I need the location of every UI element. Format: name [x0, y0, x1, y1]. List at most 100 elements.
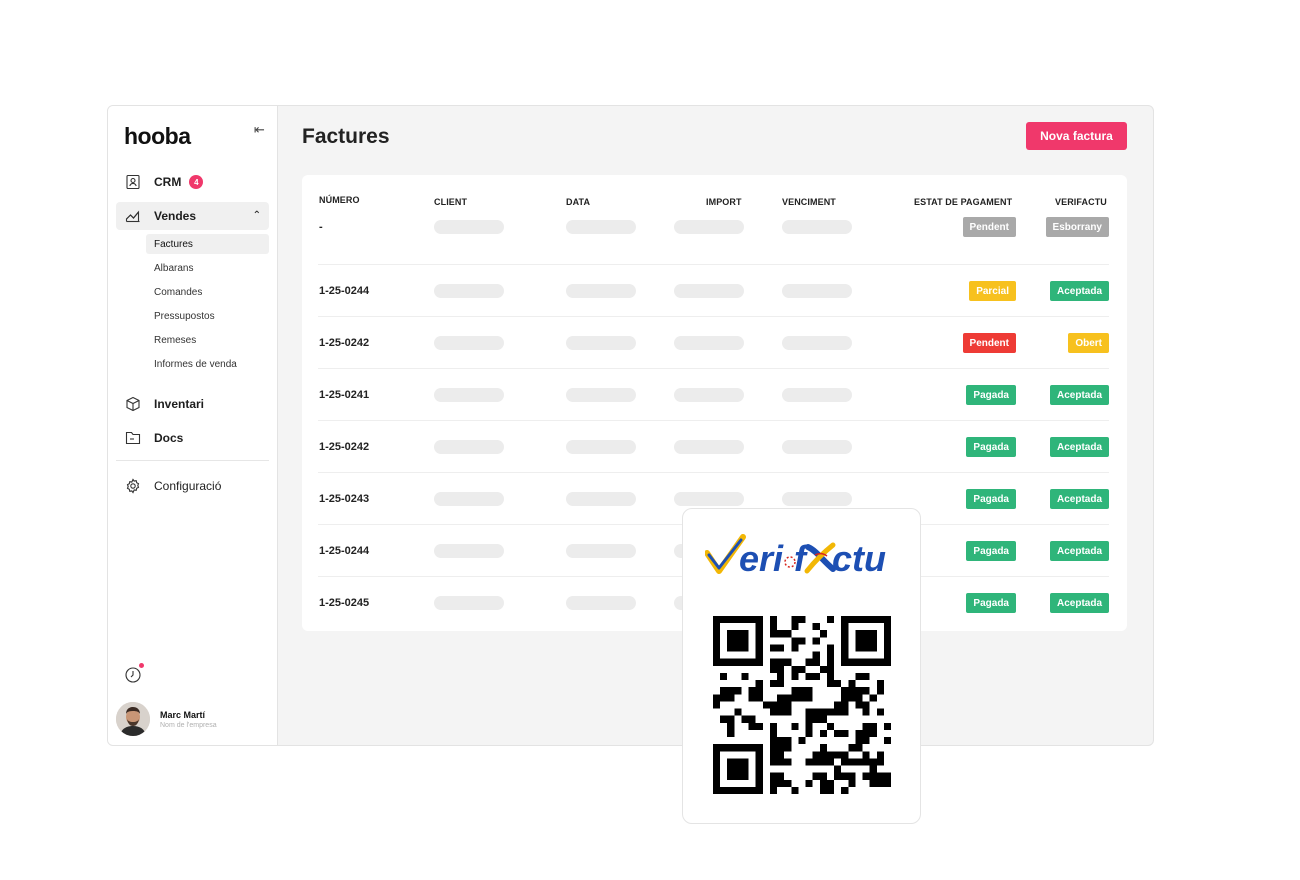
- table-row[interactable]: - Pendent Esborrany: [318, 213, 1109, 265]
- column-header-due[interactable]: VENCIMENT: [782, 197, 836, 207]
- date-placeholder: [566, 336, 636, 350]
- verifactu-card: eri f ctu: [682, 508, 921, 824]
- sidebar-subitem-comandes[interactable]: Comandes: [146, 282, 269, 302]
- sidebar-subitem-remeses[interactable]: Remeses: [146, 330, 269, 350]
- verifactu-status-badge: Aceptada: [1049, 489, 1109, 509]
- client-placeholder: [434, 544, 504, 558]
- client-placeholder: [434, 440, 504, 454]
- due-placeholder: [782, 220, 852, 234]
- new-invoice-button[interactable]: Nova factura: [1026, 122, 1127, 150]
- column-header-date[interactable]: DATA: [566, 197, 590, 207]
- sidebar-subitem-albarans[interactable]: Albarans: [146, 258, 269, 278]
- invoice-number: 1-25-0244: [319, 545, 370, 557]
- svg-text:eri: eri: [739, 538, 784, 579]
- client-placeholder: [434, 388, 504, 402]
- verifactu-status-badge: Aceptada: [1049, 593, 1109, 613]
- verifactu-status-badge: Aceptada: [1049, 541, 1109, 561]
- verifactu-status-badge: Aceptada: [1049, 281, 1109, 301]
- sidebar-divider: [116, 460, 269, 461]
- sidebar-item-configuracio[interactable]: Configuració: [116, 472, 269, 500]
- invoice-number: 1-25-0245: [319, 597, 370, 609]
- due-placeholder: [782, 440, 852, 454]
- column-header-amount[interactable]: IMPORT: [706, 197, 742, 207]
- sidebar-item-label: CRM: [154, 175, 182, 189]
- payment-status-badge: Pagada: [966, 437, 1016, 457]
- amount-placeholder: [674, 284, 744, 298]
- verifactu-status-badge: Aceptada: [1049, 437, 1109, 457]
- payment-status-badge: Pendent: [962, 217, 1016, 237]
- sales-chart-icon: [125, 208, 141, 224]
- hooba-logo: hooba: [124, 123, 191, 149]
- verifactu-status-badge: Esborrany: [1045, 217, 1109, 237]
- payment-status-badge: Pendent: [962, 333, 1016, 353]
- sidebar: hooba ⇤ CRM 4 Vendes ⌃ Factures Albarans…: [108, 106, 278, 745]
- sidebar-item-label: Docs: [154, 431, 184, 445]
- date-placeholder: [566, 544, 636, 558]
- user-profile[interactable]: Marc Martí Nom de l'empresa: [116, 702, 217, 736]
- sidebar-item-label: Vendes: [154, 209, 197, 223]
- date-placeholder: [566, 388, 636, 402]
- user-name: Marc Martí: [160, 709, 206, 720]
- clock-notification-dot: [139, 663, 144, 668]
- invoice-number: -: [319, 221, 323, 233]
- due-placeholder: [782, 388, 852, 402]
- avatar: [116, 702, 150, 736]
- client-placeholder: [434, 336, 504, 350]
- date-placeholder: [566, 492, 636, 506]
- payment-status-badge: Parcial: [969, 281, 1016, 301]
- due-placeholder: [782, 492, 852, 506]
- user-company: Nom de l'empresa: [160, 721, 217, 729]
- contact-card-icon: [125, 174, 141, 190]
- column-header-verifactu[interactable]: VERIFACTU: [1055, 197, 1107, 207]
- sidebar-item-label: Inventari: [154, 397, 205, 411]
- date-placeholder: [566, 220, 636, 234]
- column-header-client[interactable]: CLIENT: [434, 197, 467, 207]
- folder-icon: [125, 430, 141, 446]
- sidebar-subitem-factures[interactable]: Factures: [146, 234, 269, 254]
- amount-placeholder: [674, 440, 744, 454]
- client-placeholder: [434, 220, 504, 234]
- sidebar-item-inventari[interactable]: Inventari: [116, 390, 269, 418]
- chevron-up-icon: ⌃: [252, 210, 261, 221]
- invoice-number: 1-25-0242: [319, 441, 370, 453]
- table-row[interactable]: 1-25-0241 Pagada Aceptada: [318, 369, 1109, 421]
- collapse-sidebar-icon[interactable]: ⇤: [254, 122, 265, 138]
- column-header-number[interactable]: NÚMERO: [319, 195, 360, 205]
- amount-placeholder: [674, 388, 744, 402]
- sidebar-item-label: Configuració: [154, 479, 222, 493]
- clock-icon[interactable]: [124, 666, 142, 684]
- column-header-payment-status[interactable]: ESTAT DE PAGAMENT: [914, 197, 1012, 207]
- app-window: hooba ⇤ CRM 4 Vendes ⌃ Factures Albarans…: [107, 105, 1154, 746]
- table-row[interactable]: 1-25-0244 Parcial Aceptada: [318, 265, 1109, 317]
- due-placeholder: [782, 284, 852, 298]
- gear-icon: [125, 478, 141, 494]
- due-placeholder: [782, 336, 852, 350]
- table-row[interactable]: 1-25-0242 Pendent Obert: [318, 317, 1109, 369]
- date-placeholder: [566, 284, 636, 298]
- date-placeholder: [566, 596, 636, 610]
- box-icon: [125, 396, 141, 412]
- invoice-number: 1-25-0242: [319, 337, 370, 349]
- sidebar-item-vendes[interactable]: Vendes ⌃: [116, 202, 269, 230]
- payment-status-badge: Pagada: [966, 541, 1016, 561]
- client-placeholder: [434, 284, 504, 298]
- sidebar-item-docs[interactable]: Docs: [116, 424, 269, 452]
- amount-placeholder: [674, 336, 744, 350]
- sidebar-subitem-pressupostos[interactable]: Pressupostos: [146, 306, 269, 326]
- table-row[interactable]: 1-25-0242 Pagada Aceptada: [318, 421, 1109, 473]
- svg-text:ctu: ctu: [832, 538, 886, 579]
- verifactu-logo: eri f ctu: [705, 534, 886, 579]
- payment-status-badge: Pagada: [966, 593, 1016, 613]
- client-placeholder: [434, 492, 504, 506]
- amount-placeholder: [674, 492, 744, 506]
- qr-code-icon: [713, 616, 891, 794]
- date-placeholder: [566, 440, 636, 454]
- client-placeholder: [434, 596, 504, 610]
- verifactu-status-badge: Aceptada: [1049, 385, 1109, 405]
- sidebar-subitem-informes[interactable]: Informes de venda: [146, 354, 269, 374]
- invoice-number: 1-25-0243: [319, 493, 370, 505]
- invoice-number: 1-25-0244: [319, 285, 370, 297]
- sidebar-item-crm[interactable]: CRM 4: [116, 168, 269, 196]
- verifactu-status-badge: Obert: [1068, 333, 1109, 353]
- notification-badge: 4: [189, 175, 204, 189]
